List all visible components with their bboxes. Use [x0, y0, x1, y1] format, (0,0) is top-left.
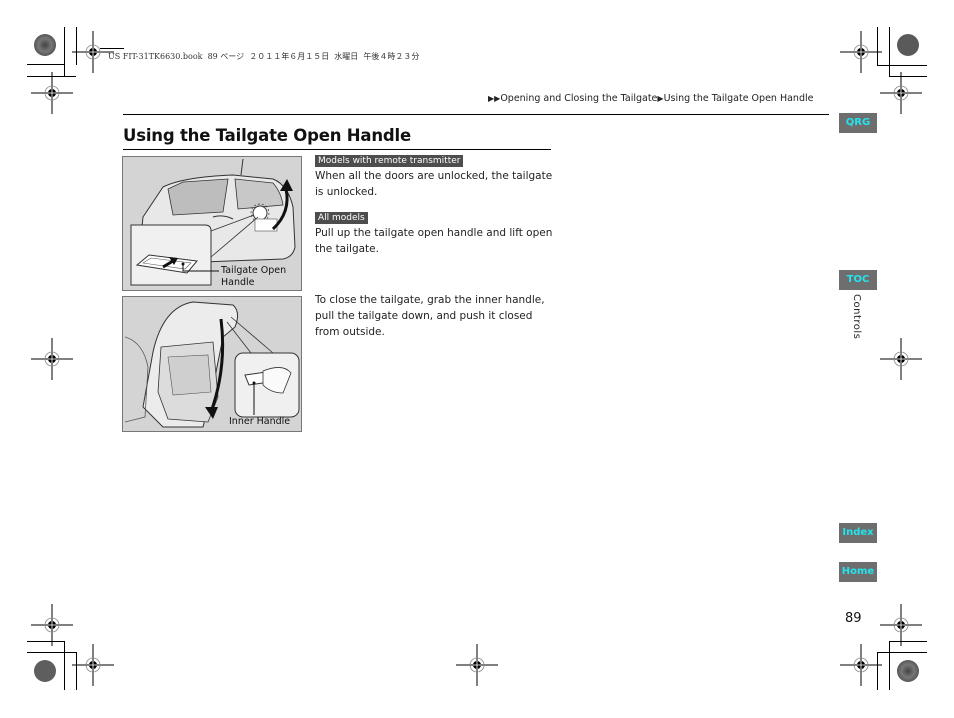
chapter-label: Controls — [851, 294, 862, 340]
registration-target-icon — [30, 603, 74, 647]
model-tag-all-models: All models — [315, 212, 368, 224]
figure-caption-inner-handle: Inner Handle — [229, 416, 291, 427]
registration-target-icon — [879, 337, 923, 381]
registration-target-icon — [455, 643, 499, 687]
registration-target-icon — [71, 643, 115, 687]
figure-caption-tailgate-open-handle: Tailgate Open Handle — [221, 265, 286, 289]
title-rule — [123, 149, 551, 150]
caption-line: Handle — [221, 277, 255, 288]
print-info-line: US FIT-31TK6630.book 89 ページ ２０１１年６月１５日 水… — [108, 52, 420, 61]
registration-target-icon — [839, 643, 883, 687]
open-tailgate-illustration — [124, 301, 300, 428]
index-tab[interactable]: Index — [839, 523, 877, 543]
breadcrumb-item-current: Using the Tailgate Open Handle — [663, 93, 814, 104]
tailgate-open-handle-illustration: Tailgate Open Handle — [122, 156, 302, 291]
section-text-close-tailgate: To close the tailgate, grab the inner ha… — [315, 294, 545, 338]
registration-target-icon — [879, 71, 923, 115]
color-bar-disc-icon — [34, 34, 56, 56]
home-tab[interactable]: Home — [839, 562, 877, 582]
right-triangle-icon: ▶▶ — [488, 94, 501, 103]
registration-target-icon — [30, 71, 74, 115]
registration-target-icon — [879, 603, 923, 647]
registration-target-icon — [30, 337, 74, 381]
color-bar-disc-icon — [34, 660, 56, 682]
page-title: Using the Tailgate Open Handle — [123, 126, 411, 145]
caption-line: Tailgate Open — [221, 265, 287, 276]
color-bar-disc-icon — [897, 660, 919, 682]
header-rule — [123, 114, 829, 115]
inner-handle-illustration: Inner Handle — [122, 296, 302, 432]
breadcrumb: ▶▶Opening and Closing the Tailgate▶Using… — [488, 93, 813, 104]
color-bar-disc-icon — [897, 34, 919, 56]
qrg-tab[interactable]: QRG — [839, 113, 877, 133]
section-text-all-models: Pull up the tailgate open handle and lif… — [315, 227, 553, 255]
model-tag-remote-transmitter: Models with remote transmitter — [315, 155, 464, 167]
section-text-remote-transmitter: When all the doors are unlocked, the tai… — [315, 170, 553, 198]
breadcrumb-item-opening-closing-tailgate[interactable]: Opening and Closing the Tailgate — [500, 93, 657, 104]
toc-tab[interactable]: TOC — [839, 270, 877, 290]
registration-target-icon — [839, 30, 883, 74]
page-number: 89 — [845, 611, 862, 626]
